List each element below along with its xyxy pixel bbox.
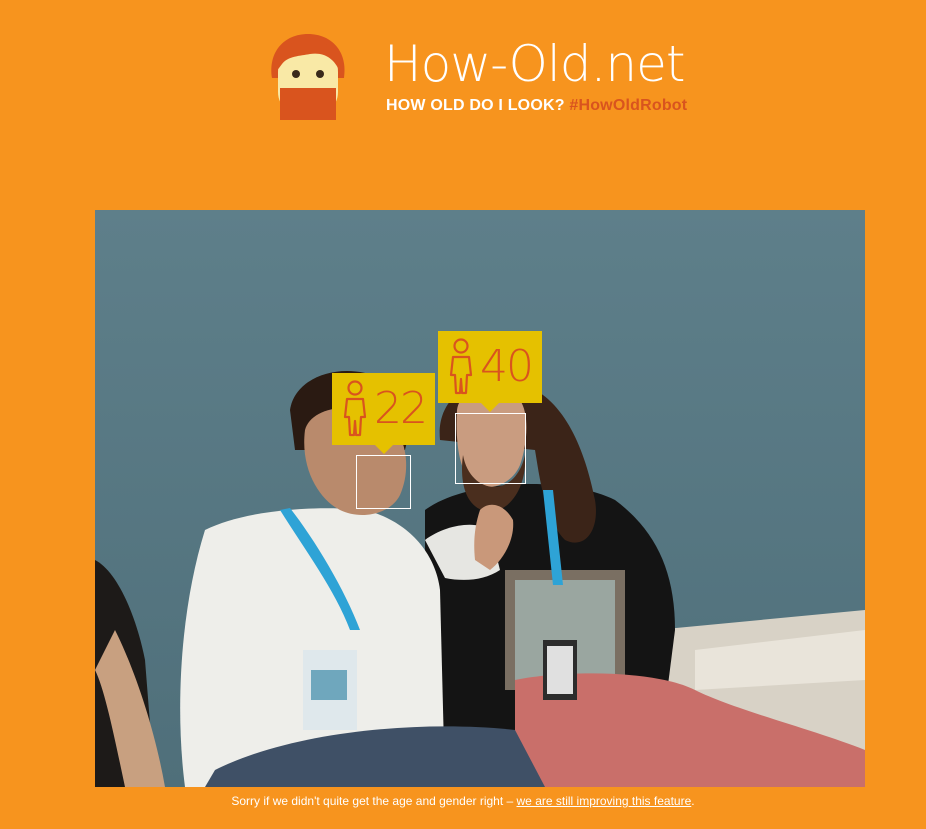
age-value: 22 [374, 383, 428, 434]
tagline-text: HOW OLD DO I LOOK? [386, 97, 565, 114]
improving-feature-link[interactable]: we are still improving this feature [517, 794, 692, 808]
page: How-Old.net HOW OLD DO I LOOK? #HowOldRo… [0, 0, 926, 829]
photo-image [95, 210, 865, 787]
age-gender-badge: 40 [438, 331, 542, 412]
site-title[interactable]: How-Old.net [384, 34, 685, 94]
male-icon [449, 338, 473, 395]
face-rectangle [455, 413, 526, 484]
male-icon [343, 380, 367, 437]
face-rectangle [356, 455, 411, 509]
tagline: HOW OLD DO I LOOK? #HowOldRobot [386, 97, 687, 115]
age-gender-badge: 22 [332, 373, 435, 454]
robot-face-logo-icon[interactable] [266, 32, 350, 120]
disclaimer-text: Sorry if we didn't quite get the age and… [231, 794, 517, 808]
hashtag-link[interactable]: #HowOldRobot [569, 97, 687, 114]
disclaimer-end: . [691, 794, 695, 808]
age-value: 40 [480, 341, 534, 392]
disclaimer: Sorry if we didn't quite get the age and… [0, 794, 926, 808]
analyzed-photo: 22 40 [95, 210, 865, 787]
